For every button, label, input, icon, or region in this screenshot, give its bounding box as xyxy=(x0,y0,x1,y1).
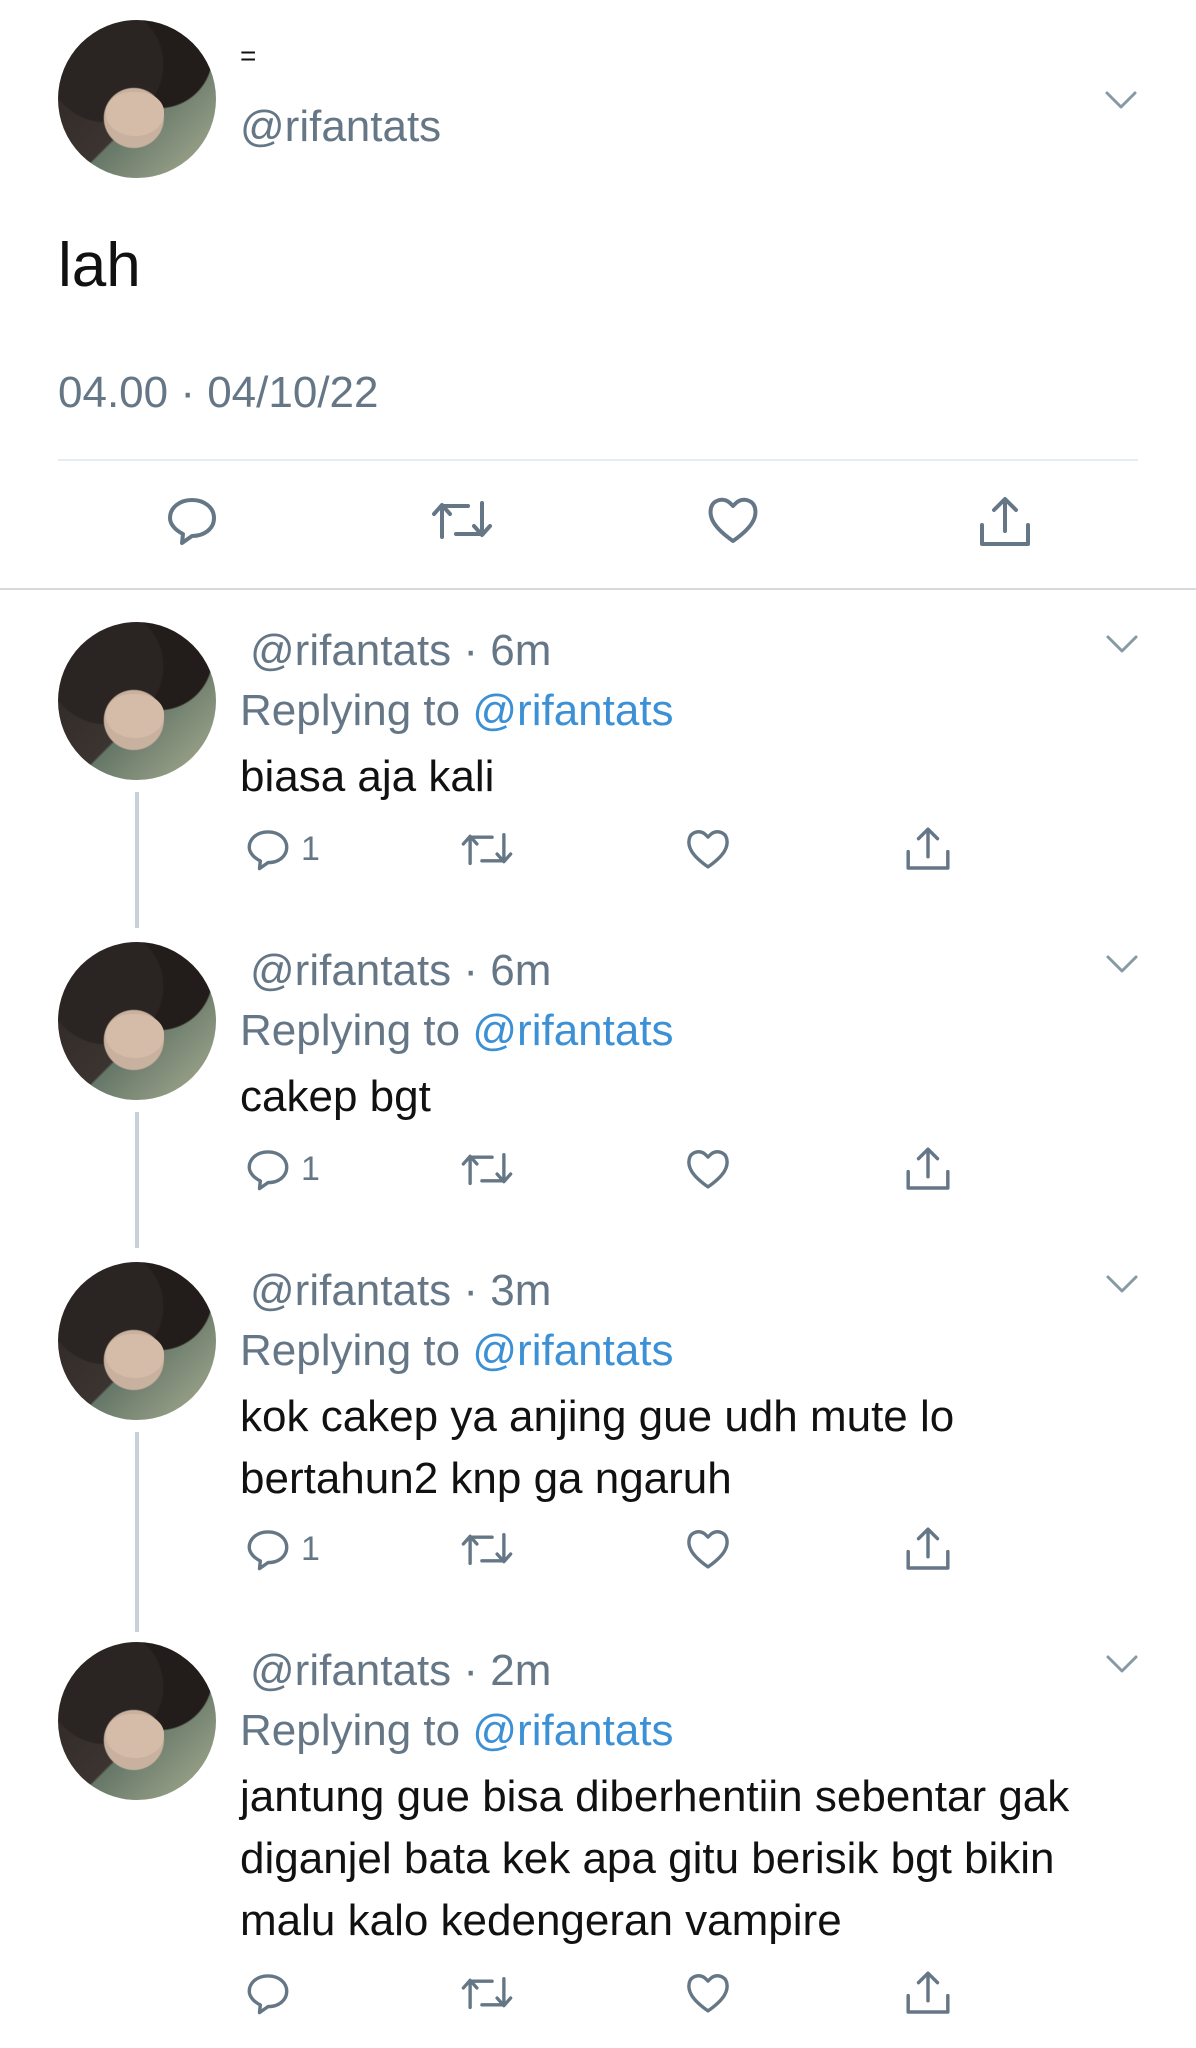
reply-handle-line: @rifantats · 6m xyxy=(250,946,551,996)
user-handle[interactable]: @rifantats xyxy=(240,102,441,152)
heart-icon xyxy=(708,497,758,543)
heart-icon xyxy=(687,1150,729,1189)
reply-text: kok cakep ya anjing gue udh mute lo bert… xyxy=(240,1392,955,1503)
like-button[interactable] xyxy=(705,493,761,547)
speech-bubble-icon xyxy=(247,1530,289,1571)
avatar[interactable] xyxy=(58,1262,216,1420)
speech-bubble-icon xyxy=(247,1974,289,2015)
share-icon xyxy=(906,1147,950,1190)
reply-button[interactable] xyxy=(165,493,219,547)
reply-button[interactable]: 1 xyxy=(245,1526,320,1572)
tweet-text: lah xyxy=(58,231,141,300)
retweet-button[interactable] xyxy=(460,1970,514,2016)
speech-bubble-icon xyxy=(168,498,216,545)
user-handle[interactable]: @rifantats xyxy=(250,946,451,995)
reply-tweet[interactable]: @rifantats · 2m Replying to @rifantats j… xyxy=(0,1642,1196,2048)
replying-to: Replying to @rifantats xyxy=(240,686,674,736)
replying-to: Replying to @rifantats xyxy=(240,1326,674,1376)
time-ago: · 6m xyxy=(463,626,552,675)
retweet-button[interactable] xyxy=(460,826,514,872)
retweet-button[interactable] xyxy=(430,493,494,547)
like-button[interactable] xyxy=(684,1146,732,1192)
share-icon xyxy=(906,827,950,870)
main-tweet: = @rifantats lah 04.00 · 04/10/22 xyxy=(0,0,1196,590)
reply-tweet[interactable]: @rifantats · 3m Replying to @rifantats k… xyxy=(0,1262,1196,1622)
mention-link[interactable]: @rifantats xyxy=(472,1006,673,1055)
reply-handle-line: @rifantats · 3m xyxy=(250,1266,551,1316)
replying-label: Replying to xyxy=(240,1706,461,1755)
replying-label: Replying to xyxy=(240,1326,461,1375)
reply-text: cakep bgt xyxy=(240,1072,431,1121)
chevron-down-icon[interactable] xyxy=(1105,954,1139,974)
speech-bubble-icon xyxy=(247,1150,289,1191)
retweet-icon xyxy=(432,501,492,539)
time-ago: · 3m xyxy=(463,1266,552,1315)
like-button[interactable] xyxy=(684,1970,732,2016)
share-button[interactable] xyxy=(976,493,1034,551)
mention-link[interactable]: @rifantats xyxy=(472,686,673,735)
share-icon xyxy=(906,1971,950,2014)
avatar[interactable] xyxy=(58,20,216,178)
share-icon xyxy=(980,497,1030,546)
replying-label: Replying to xyxy=(240,686,461,735)
share-button[interactable] xyxy=(903,1968,953,2018)
share-icon xyxy=(906,1527,950,1570)
avatar[interactable] xyxy=(58,1642,216,1800)
reply-handle-line: @rifantats · 6m xyxy=(250,626,551,676)
reply-count: 1 xyxy=(301,829,320,868)
avatar[interactable] xyxy=(58,942,216,1100)
retweet-icon xyxy=(461,1976,513,2010)
share-button[interactable] xyxy=(903,1524,953,1574)
reply-count: 1 xyxy=(301,1149,320,1188)
mention-link[interactable]: @rifantats xyxy=(472,1706,673,1755)
reply-tweet[interactable]: @rifantats · 6m Replying to @rifantats c… xyxy=(0,942,1196,1242)
share-button[interactable] xyxy=(903,1144,953,1194)
reply-text: biasa aja kali xyxy=(240,752,495,801)
chevron-down-icon[interactable] xyxy=(1105,1274,1139,1294)
time-ago: · 6m xyxy=(463,946,552,995)
retweet-icon xyxy=(461,1152,513,1186)
retweet-button[interactable] xyxy=(460,1146,514,1192)
mention-link[interactable]: @rifantats xyxy=(472,1326,673,1375)
chevron-down-icon[interactable] xyxy=(1105,634,1139,654)
display-name: = xyxy=(240,40,257,71)
reply-count: 1 xyxy=(301,1529,320,1568)
retweet-icon xyxy=(461,1532,513,1566)
avatar[interactable] xyxy=(58,622,216,780)
like-button[interactable] xyxy=(684,1526,732,1572)
retweet-button[interactable] xyxy=(460,1526,514,1572)
time-ago: · 2m xyxy=(463,1646,552,1695)
tweet-timestamp: 04.00 · 04/10/22 xyxy=(58,368,379,417)
chevron-down-icon[interactable] xyxy=(1104,90,1138,110)
heart-icon xyxy=(687,1974,729,2013)
reply-handle-line: @rifantats · 2m xyxy=(250,1646,551,1696)
heart-icon xyxy=(687,830,729,869)
user-handle[interactable]: @rifantats xyxy=(250,1266,451,1315)
chevron-down-icon[interactable] xyxy=(1105,1654,1139,1674)
speech-bubble-icon xyxy=(247,830,289,871)
retweet-icon xyxy=(461,832,513,866)
reply-button[interactable]: 1 xyxy=(245,1146,320,1192)
heart-icon xyxy=(687,1530,729,1569)
replying-label: Replying to xyxy=(240,1006,461,1055)
reply-button[interactable] xyxy=(245,1970,301,2016)
like-button[interactable] xyxy=(684,826,732,872)
replying-to: Replying to @rifantats xyxy=(240,1706,674,1756)
reply-text: jantung gue bisa diberhentiin sebentar g… xyxy=(240,1772,1070,1945)
user-handle[interactable]: @rifantats xyxy=(250,626,451,675)
share-button[interactable] xyxy=(903,824,953,874)
reply-tweet[interactable]: @rifantats · 6m Replying to @rifantats b… xyxy=(0,622,1196,922)
user-handle[interactable]: @rifantats xyxy=(250,1646,451,1695)
replying-to: Replying to @rifantats xyxy=(240,1006,674,1056)
reply-button[interactable]: 1 xyxy=(245,826,320,872)
divider xyxy=(58,459,1138,461)
